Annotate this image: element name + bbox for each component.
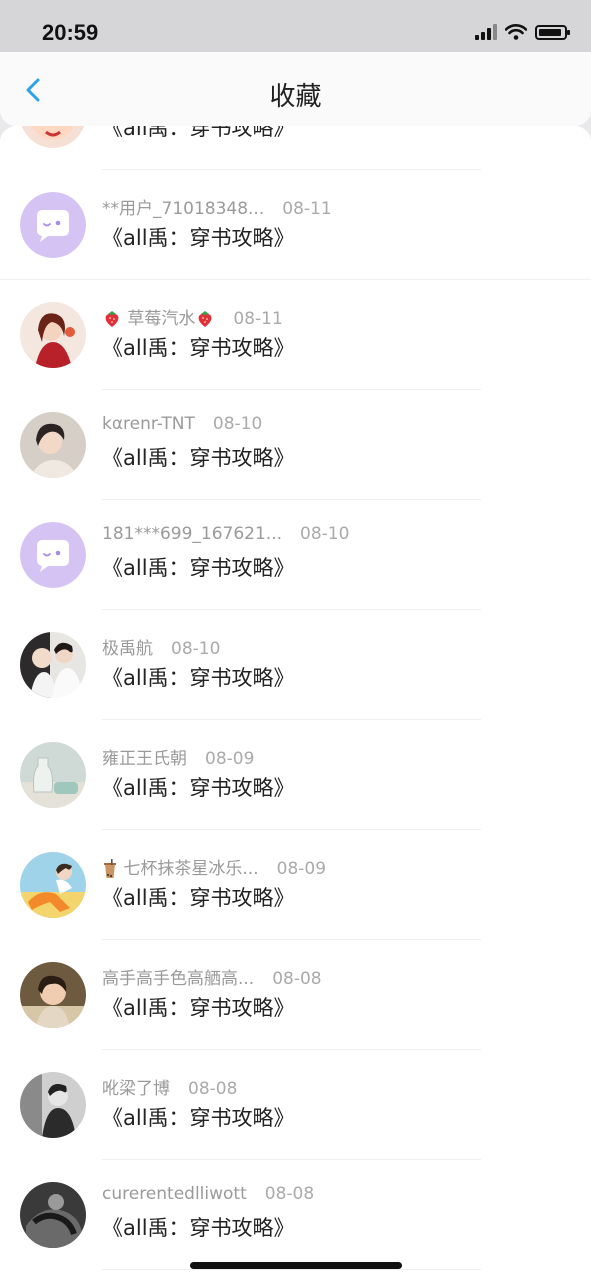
avatar[interactable] bbox=[20, 742, 86, 808]
item-meta: 七杯抹茶星冰乐... 08-09 bbox=[102, 854, 326, 879]
item-meta: 雍正王氏朝 08-09 bbox=[102, 744, 254, 769]
book-title[interactable]: 《all禹：穿书攻略》 bbox=[102, 772, 295, 802]
item-date: 08-08 bbox=[264, 1184, 315, 1204]
item-date: 08-10 bbox=[300, 524, 350, 544]
username-text: 草莓汽水 bbox=[127, 309, 196, 329]
list-item[interactable]: 草莓汽水 08-11 《all禹：穿书攻略》 bbox=[0, 280, 591, 390]
strawberry-icon bbox=[195, 309, 215, 329]
book-title[interactable]: 《all禹：穿书攻略》 bbox=[102, 1212, 295, 1242]
avatar[interactable] bbox=[20, 302, 86, 368]
item-meta: kαrenr-TNT 08-10 bbox=[102, 414, 262, 434]
cellular-signal-icon bbox=[475, 24, 497, 40]
bubble-tea-icon bbox=[102, 859, 123, 879]
wifi-icon bbox=[505, 24, 527, 40]
item-meta: 高手高手色高舾高... 08-08 bbox=[102, 964, 322, 989]
list-item[interactable]: 吪梁了博 08-08 《all禹：穿书攻略》 bbox=[0, 1050, 591, 1160]
navigation-bar: 收藏 bbox=[0, 52, 591, 126]
avatar[interactable] bbox=[20, 632, 86, 698]
item-date: 08-09 bbox=[205, 749, 255, 769]
username: 181***699_167621... bbox=[102, 524, 283, 544]
item-date: 08-08 bbox=[188, 1079, 238, 1099]
status-time: 20:59 bbox=[42, 20, 99, 45]
favorites-list: 《all禹：穿书攻略》 **用户_71018348... 08-11 《all禹：穿书… bbox=[0, 126, 591, 1280]
avatar[interactable] bbox=[20, 962, 86, 1028]
item-date: 08-10 bbox=[171, 639, 221, 659]
item-meta: 草莓汽水 08-11 bbox=[102, 304, 283, 329]
username: 吪梁了博 bbox=[102, 1079, 170, 1099]
book-title[interactable]: 《all禹：穿书攻略》 bbox=[102, 882, 295, 912]
item-meta: curerentedlliwott 08-08 bbox=[102, 1184, 314, 1204]
item-date: 08-09 bbox=[276, 859, 327, 879]
username: 极禹航 bbox=[102, 639, 153, 659]
list-item[interactable]: curerentedlliwott 08-08 《all禹：穿书攻略》 bbox=[0, 1160, 591, 1270]
divider bbox=[102, 1269, 481, 1270]
list-item[interactable]: 七杯抹茶星冰乐... 08-09 《all禹：穿书攻略》 bbox=[0, 830, 591, 940]
item-date: 08-11 bbox=[282, 199, 332, 219]
list-item[interactable]: 181***699_167621... 08-10 《all禹：穿书攻略》 bbox=[0, 500, 591, 610]
item-meta: 极禹航 08-10 bbox=[102, 634, 220, 659]
item-date: 08-10 bbox=[212, 414, 263, 434]
book-title[interactable]: 《all禹：穿书攻略》 bbox=[102, 1102, 295, 1132]
username: 七杯抹茶星冰乐... bbox=[102, 859, 259, 879]
book-title[interactable]: 《all禹：穿书攻略》 bbox=[102, 126, 295, 142]
list-item[interactable]: 《all禹：穿书攻略》 bbox=[0, 126, 591, 170]
avatar[interactable] bbox=[20, 522, 86, 588]
book-title[interactable]: 《all禹：穿书攻略》 bbox=[102, 662, 295, 692]
avatar[interactable] bbox=[20, 412, 86, 478]
item-meta: **用户_71018348... 08-11 bbox=[102, 194, 332, 219]
item-date: 08-11 bbox=[233, 309, 283, 329]
page-title: 收藏 bbox=[269, 82, 322, 112]
username: 雍正王氏朝 bbox=[102, 749, 187, 769]
avatar[interactable] bbox=[20, 852, 86, 918]
home-indicator[interactable] bbox=[190, 1262, 402, 1269]
username-text: 七杯抹茶星冰乐... bbox=[123, 859, 259, 879]
username: 高手高手色高舾高... bbox=[102, 969, 255, 989]
book-title[interactable]: 《all禹：穿书攻略》 bbox=[102, 332, 295, 362]
book-title[interactable]: 《all禹：穿书攻略》 bbox=[102, 992, 295, 1022]
username: 草莓汽水 bbox=[102, 309, 215, 329]
list-item[interactable]: 高手高手色高舾高... 08-08 《all禹：穿书攻略》 bbox=[0, 940, 591, 1050]
item-date: 08-08 bbox=[272, 969, 322, 989]
username: **用户_71018348... bbox=[102, 199, 265, 219]
avatar[interactable] bbox=[20, 1072, 86, 1138]
avatar[interactable] bbox=[20, 192, 86, 258]
username: curerentedlliwott bbox=[102, 1184, 247, 1204]
item-meta: 吪梁了博 08-08 bbox=[102, 1074, 237, 1099]
list-item[interactable]: 雍正王氏朝 08-09 《all禹：穿书攻略》 bbox=[0, 720, 591, 830]
book-title[interactable]: 《all禹：穿书攻略》 bbox=[102, 222, 295, 252]
battery-icon bbox=[535, 24, 570, 40]
list-item[interactable]: 极禹航 08-10 《all禹：穿书攻略》 bbox=[0, 610, 591, 720]
book-title[interactable]: 《all禹：穿书攻略》 bbox=[102, 552, 295, 582]
status-icons bbox=[475, 24, 570, 40]
avatar[interactable] bbox=[20, 1182, 86, 1248]
status-bar: 20:59 bbox=[0, 0, 591, 52]
avatar[interactable] bbox=[20, 126, 86, 148]
item-meta: 181***699_167621... 08-10 bbox=[102, 524, 349, 544]
list-item[interactable]: kαrenr-TNT 08-10 《all禹：穿书攻略》 bbox=[0, 390, 591, 500]
book-title[interactable]: 《all禹：穿书攻略》 bbox=[102, 442, 295, 472]
username: kαrenr-TNT bbox=[102, 414, 195, 434]
list-item[interactable]: **用户_71018348... 08-11 《all禹：穿书攻略》 bbox=[0, 170, 591, 280]
